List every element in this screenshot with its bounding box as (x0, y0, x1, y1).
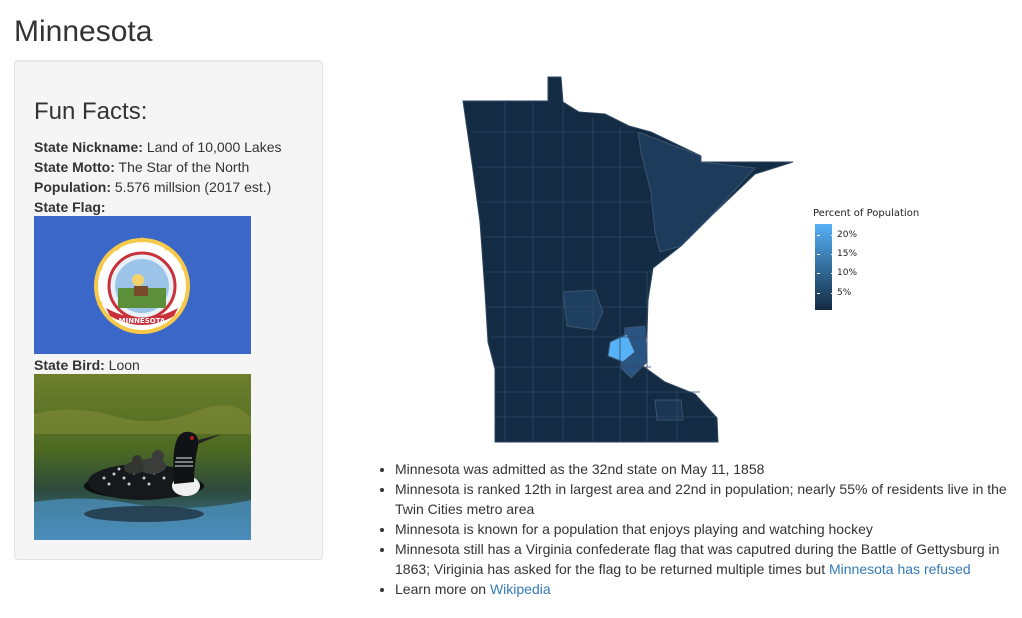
wikipedia-link[interactable]: Wikipedia (490, 581, 551, 597)
nickname-value: Land of 10,000 Lakes (142, 139, 282, 155)
legend-tick: 15% (837, 249, 858, 259)
population-row: Population: 5.576 millsion (2017 est.) (34, 177, 282, 197)
legend-color-bar (815, 224, 834, 310)
minnesota-has-refused-link[interactable]: Minnesota has refused (829, 561, 971, 577)
legend-tick: 20% (837, 230, 858, 240)
fun-facts-panel: Fun Facts: State Nickname: Land of 10,00… (14, 60, 323, 560)
list-item: Minnesota still has a Virginia confedera… (395, 539, 1022, 579)
population-value: 5.576 millsion (2017 est.) (111, 179, 272, 195)
bird-label: State Bird: (34, 357, 105, 373)
bird-value: Loon (104, 357, 140, 373)
motto-label: State Motto: (34, 159, 115, 175)
fun-facts-list: State Nickname: Land of 10,000 Lakes Sta… (34, 137, 282, 217)
list-item: Minnesota is ranked 12th in largest area… (395, 479, 1022, 519)
fun-facts-heading: Fun Facts: (34, 98, 148, 125)
map-legend: Percent of Population 20% 15% 10% 5% (813, 208, 920, 310)
motto-row: State Motto: The Star of the North (34, 157, 282, 177)
flag-row: State Flag: (34, 197, 282, 217)
flag-label: State Flag: (34, 199, 106, 215)
state-flag-image: MINNESOTA (34, 216, 251, 354)
motto-value: The Star of the North (114, 159, 250, 175)
list-item-text: Learn more on (395, 581, 490, 597)
facts-list: Minnesota was admitted as the 32nd state… (377, 459, 1022, 599)
arrowhead-region (637, 131, 757, 253)
page-title: Minnesota (14, 15, 153, 48)
nickname-label: State Nickname: (34, 139, 143, 155)
list-item: Learn more on Wikipedia (395, 579, 1022, 599)
population-label: Population: (34, 179, 111, 195)
list-item: Minnesota was admitted as the 32nd state… (395, 459, 1022, 479)
flag-seal-text: MINNESOTA (119, 317, 166, 325)
nickname-row: State Nickname: Land of 10,000 Lakes (34, 137, 282, 157)
legend-tick: 10% (837, 268, 858, 278)
list-item: Minnesota is known for a population that… (395, 519, 1022, 539)
stearns-county (562, 289, 604, 331)
minnesota-county-map (462, 76, 794, 443)
legend-tick: 5% (837, 288, 852, 298)
loon-photo (34, 374, 251, 540)
legend-title: Percent of Population (813, 208, 920, 219)
bird-row: State Bird: Loon (34, 355, 140, 375)
